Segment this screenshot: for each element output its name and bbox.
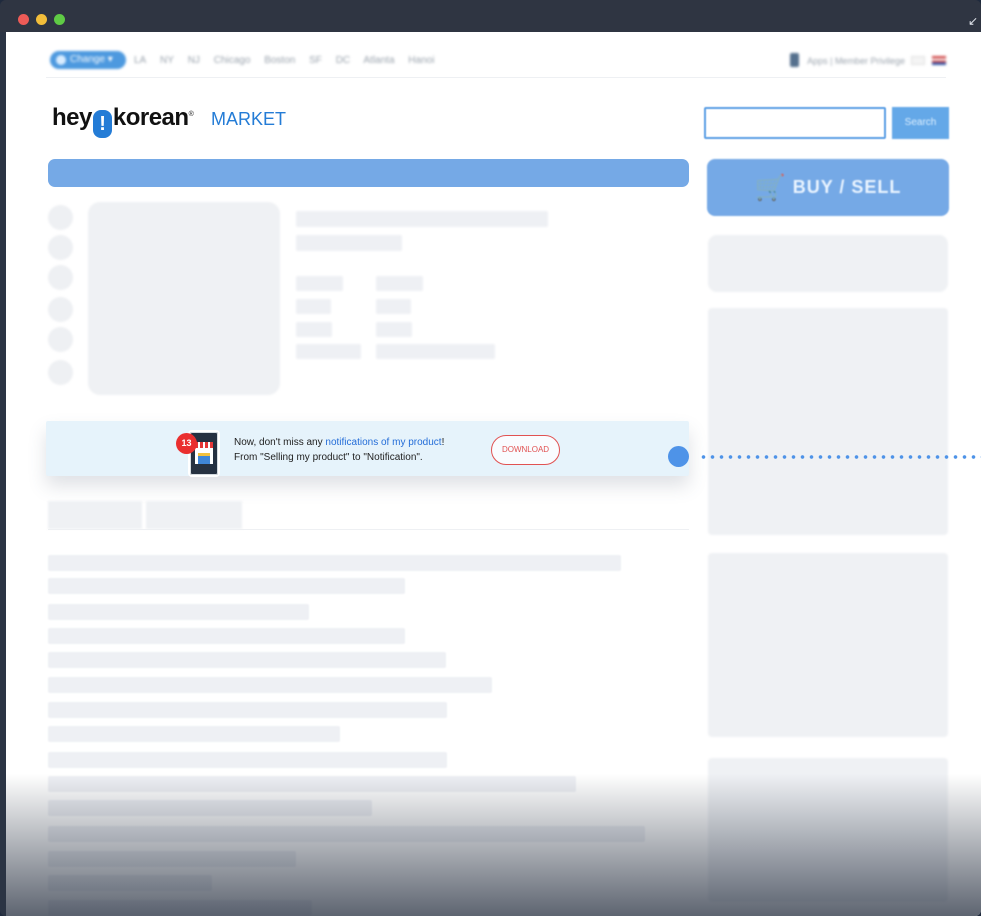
city-links: LA NY NJ Chicago Boston SF DC Atlanta Ha… — [134, 55, 445, 66]
description-line-placeholder — [48, 555, 621, 571]
notification-count-badge: 13 — [176, 433, 197, 454]
search-button[interactable]: Search — [892, 107, 949, 139]
header-divider — [46, 77, 946, 78]
detail-label-placeholder — [296, 322, 332, 337]
description-line-placeholder — [48, 628, 405, 644]
detail-value-placeholder — [376, 276, 423, 291]
city-link-dc[interactable]: DC — [336, 55, 350, 66]
detail-label-placeholder — [296, 344, 361, 359]
window-titlebar: ↙ — [0, 0, 981, 32]
callout-dot — [668, 446, 689, 467]
buy-sell-button[interactable]: 🛒 BUY / SELL — [707, 159, 949, 216]
city-link-boston[interactable]: Boston — [264, 55, 295, 66]
buy-sell-label: BUY / SELL — [792, 177, 902, 197]
shopping-cart-icon: 🛒 — [754, 174, 787, 202]
description-line-placeholder — [48, 578, 405, 594]
city-link-la[interactable]: LA — [134, 55, 146, 66]
description-line-placeholder — [48, 702, 447, 718]
city-link-ny[interactable]: NY — [160, 55, 174, 66]
notification-highlight-link[interactable]: notifications of my product — [325, 437, 441, 448]
close-window-button[interactable] — [18, 14, 29, 25]
thumbnail-placeholder[interactable] — [48, 235, 73, 260]
member-privilege-link[interactable]: Member Privilege — [835, 56, 905, 66]
callout-dotted-line — [699, 455, 981, 459]
logo-text-hey: hey — [52, 104, 92, 131]
description-line-placeholder — [48, 604, 309, 620]
korean-flag-icon[interactable] — [911, 56, 926, 65]
detail-tab-placeholder[interactable] — [146, 501, 242, 529]
thumbnail-placeholder[interactable] — [48, 297, 73, 322]
product-subtitle-placeholder — [296, 235, 402, 251]
thumbnail-placeholder[interactable] — [48, 205, 73, 230]
notification-line-2: From "Selling my product" to "Notificati… — [234, 452, 423, 463]
sidebar-ad-placeholder — [708, 758, 948, 902]
sidebar-ad-placeholder — [708, 308, 948, 535]
description-line-placeholder — [48, 726, 340, 742]
search-input[interactable] — [704, 107, 886, 139]
store-icon — [195, 442, 213, 464]
category-bar — [48, 159, 689, 187]
description-line-placeholder — [48, 752, 447, 768]
phone-app-icon — [790, 53, 800, 67]
download-button[interactable]: DOWNLOAD — [491, 435, 560, 465]
resize-icon[interactable]: ↙ — [968, 15, 978, 27]
description-line-placeholder — [48, 776, 576, 792]
change-button-label: Change — [70, 54, 106, 65]
detail-label-placeholder — [296, 299, 331, 314]
thumbnail-placeholder[interactable] — [48, 327, 73, 352]
sidebar-card-placeholder — [708, 235, 948, 292]
city-link-hanoi[interactable]: Hanoi — [408, 55, 434, 66]
heykorean-logo[interactable]: hey! korean® — [52, 104, 194, 138]
globe-icon — [56, 55, 66, 65]
minimize-window-button[interactable] — [36, 14, 47, 25]
city-link-atlanta[interactable]: Atlanta — [363, 55, 394, 66]
description-line-placeholder — [48, 851, 296, 867]
logo-exclamation-mark: ! — [92, 110, 112, 138]
description-line-placeholder — [48, 826, 645, 842]
description-line-placeholder — [48, 900, 312, 916]
detail-value-placeholder — [376, 344, 495, 359]
zoom-window-button[interactable] — [54, 14, 65, 25]
product-title-placeholder — [296, 211, 548, 227]
utility-links: Apps | Member Privilege — [790, 53, 946, 67]
city-link-chicago[interactable]: Chicago — [214, 55, 251, 66]
detail-tab-placeholder[interactable] — [48, 501, 142, 529]
notification-exclamation: ! — [441, 437, 445, 448]
detail-value-placeholder — [376, 299, 411, 314]
market-heading: MARKET — [211, 109, 287, 129]
change-location-button[interactable]: Change ▾ — [50, 51, 126, 69]
apps-link[interactable]: Apps — [807, 56, 828, 66]
description-line-placeholder — [48, 652, 446, 668]
description-line-placeholder — [48, 677, 492, 693]
description-line-placeholder — [48, 800, 372, 816]
thumbnail-placeholder[interactable] — [48, 360, 73, 385]
registered-mark: ® — [188, 111, 194, 118]
tab-divider — [48, 529, 689, 530]
product-image-placeholder[interactable] — [88, 202, 280, 395]
city-link-sf[interactable]: SF — [309, 55, 322, 66]
notification-message: Now, don't miss any notifications of my … — [234, 435, 444, 465]
description-line-placeholder — [48, 875, 212, 891]
detail-label-placeholder — [296, 276, 343, 291]
notification-line-1: Now, don't miss any notifications of my … — [234, 435, 444, 450]
thumbnail-placeholder[interactable] — [48, 265, 73, 290]
notification-prefix: Now, don't miss any — [234, 437, 326, 448]
browser-window: ↙ Change ▾ LA NY NJ Chicago Boston SF DC… — [0, 0, 981, 916]
market-page: Change ▾ LA NY NJ Chicago Boston SF DC A… — [6, 32, 981, 916]
top-navigation: Change ▾ LA NY NJ Chicago Boston SF DC A… — [46, 48, 946, 76]
us-flag-icon[interactable] — [932, 56, 946, 65]
detail-value-placeholder — [376, 322, 412, 337]
sidebar-ad-placeholder — [708, 553, 948, 737]
logo-text-korean: korean — [112, 104, 189, 131]
city-link-nj[interactable]: NJ — [188, 55, 200, 66]
